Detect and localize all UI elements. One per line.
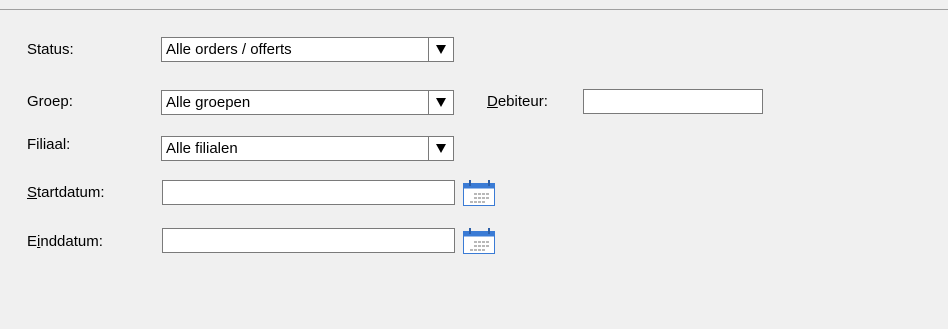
einddatum-label: Einddatum:	[27, 233, 103, 250]
filiaal-select[interactable]: Alle filialen	[161, 136, 454, 161]
groep-select[interactable]: Alle groepen	[161, 90, 454, 115]
groep-select-value: Alle groepen	[166, 94, 251, 111]
chevron-down-icon	[436, 45, 446, 54]
filiaal-select-value: Alle filialen	[166, 140, 238, 157]
startdatum-input[interactable]	[162, 180, 455, 205]
einddatum-input[interactable]	[162, 228, 455, 253]
debiteur-input[interactable]	[583, 89, 763, 114]
chevron-down-icon	[436, 98, 446, 107]
status-select[interactable]: Alle orders / offerts	[161, 37, 454, 62]
debiteur-label: Debiteur:	[487, 93, 548, 110]
groep-label: Groep:	[27, 93, 73, 110]
status-dropdown-button[interactable]	[428, 38, 453, 61]
chevron-down-icon	[436, 144, 446, 153]
filiaal-label: Filiaal:	[27, 136, 71, 153]
status-select-value: Alle orders / offerts	[166, 41, 292, 58]
calendar-icon[interactable]	[462, 226, 497, 256]
filiaal-dropdown-button[interactable]	[428, 137, 453, 160]
status-label: Status:	[27, 41, 74, 58]
calendar-icon[interactable]	[462, 178, 497, 208]
panel-top-border	[0, 9, 948, 10]
startdatum-label: Startdatum:	[27, 184, 105, 201]
groep-dropdown-button[interactable]	[428, 91, 453, 114]
